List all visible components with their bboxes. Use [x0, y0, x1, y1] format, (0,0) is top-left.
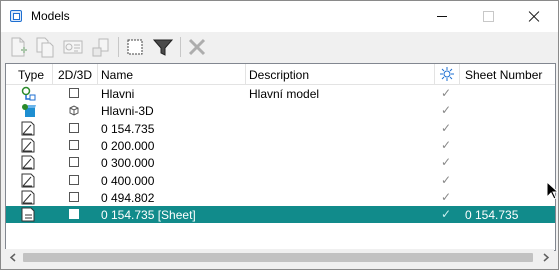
- toolbar-separator: [180, 37, 181, 57]
- table-row[interactable]: 0 494.802 ✓: [6, 189, 555, 206]
- title-bar: Models: [1, 1, 558, 32]
- table-row[interactable]: 0 300.000 ✓: [6, 154, 555, 171]
- new-model-icon[interactable]: [7, 36, 29, 58]
- import-icon[interactable]: [90, 36, 112, 58]
- table-row[interactable]: Hlavni-3D ✓: [6, 102, 555, 119]
- scroll-left-icon[interactable]: [5, 249, 22, 266]
- 2d-icon: [69, 191, 79, 202]
- check-icon: ✓: [441, 86, 452, 100]
- check-icon: ✓: [441, 103, 452, 118]
- table-row[interactable]: 0 154.735 [Sheet] ✓ 0 154.735: [6, 206, 555, 224]
- 3d-model-icon: [20, 103, 36, 118]
- row-description: Hlavní model: [249, 87, 320, 101]
- row-name: 0 400.000: [101, 173, 155, 188]
- column-sheet-number[interactable]: Sheet Number: [465, 68, 542, 82]
- column-header: Type 2D/3D Name Description Sheet Number: [6, 64, 555, 85]
- 2d-icon: [69, 139, 79, 150]
- copy-model-icon[interactable]: [34, 36, 56, 58]
- column-divider[interactable]: [459, 64, 460, 84]
- active-column-sun-icon[interactable]: [439, 66, 455, 85]
- 2d-icon: [69, 122, 79, 133]
- close-button[interactable]: [511, 1, 557, 32]
- check-icon: ✓: [441, 155, 452, 170]
- window-title: Models: [31, 9, 70, 23]
- table-row[interactable]: Hlavni Hlavní model ✓: [6, 85, 555, 102]
- row-name: 0 494.802: [101, 190, 155, 205]
- check-icon: ✓: [441, 120, 452, 135]
- row-name: 0 300.000: [101, 156, 155, 171]
- table-row[interactable]: 0 200.000 ✓: [6, 137, 555, 154]
- row-name: Hlavni-3D: [101, 104, 154, 119]
- drawing-icon: [20, 173, 36, 188]
- column-name[interactable]: Name: [101, 68, 133, 82]
- horizontal-scrollbar[interactable]: [5, 249, 554, 266]
- column-type[interactable]: Type: [18, 68, 44, 82]
- 3d-icon: [68, 104, 84, 119]
- column-divider[interactable]: [97, 64, 98, 84]
- column-divider[interactable]: [434, 64, 435, 84]
- properties-icon[interactable]: [62, 36, 84, 58]
- 2d-icon: [69, 88, 79, 98]
- select-all-icon[interactable]: [124, 36, 146, 58]
- mouse-cursor-icon: [546, 180, 559, 200]
- row-sheet-number: 0 154.735: [465, 208, 519, 223]
- drawing-icon: [20, 190, 36, 205]
- scroll-right-icon[interactable]: [537, 249, 554, 266]
- delete-icon[interactable]: [186, 36, 208, 58]
- row-name: 0 154.735: [101, 121, 155, 136]
- row-name: 0 200.000: [101, 138, 155, 153]
- check-icon: ✓: [441, 172, 452, 187]
- row-name: 0 154.735 [Sheet]: [101, 208, 196, 223]
- maximize-button[interactable]: [465, 1, 511, 32]
- drawing-icon: [20, 121, 36, 136]
- check-icon: ✓: [441, 137, 452, 152]
- drawing-icon: [20, 155, 36, 170]
- scrollbar-thumb[interactable]: [23, 253, 533, 262]
- minimize-button[interactable]: [419, 1, 465, 32]
- models-app-icon: [10, 10, 22, 22]
- row-name: Hlavni: [101, 87, 135, 101]
- models-window: Models Type 2D/3D Name Description Sheet…: [0, 0, 559, 270]
- column-description[interactable]: Description: [249, 68, 309, 82]
- check-icon: ✓: [441, 189, 452, 204]
- check-icon: ✓: [441, 207, 452, 222]
- 2d-icon: [69, 174, 79, 185]
- column-divider[interactable]: [245, 64, 246, 84]
- drawing-icon: [20, 138, 36, 153]
- column-2d3d[interactable]: 2D/3D: [58, 68, 92, 82]
- design-model-icon: [20, 86, 36, 101]
- filter-icon[interactable]: [152, 36, 174, 58]
- table-row[interactable]: 0 400.000 ✓: [6, 172, 555, 189]
- 2d-icon: [69, 157, 79, 168]
- column-divider[interactable]: [52, 64, 53, 84]
- toolbar-separator: [118, 37, 119, 57]
- table-row[interactable]: 0 154.735 ✓: [6, 120, 555, 137]
- toolbar: [1, 32, 558, 62]
- 2d-icon: [69, 209, 79, 220]
- models-list[interactable]: Type 2D/3D Name Description Sheet Number…: [5, 63, 556, 251]
- sheet-icon: [20, 207, 36, 222]
